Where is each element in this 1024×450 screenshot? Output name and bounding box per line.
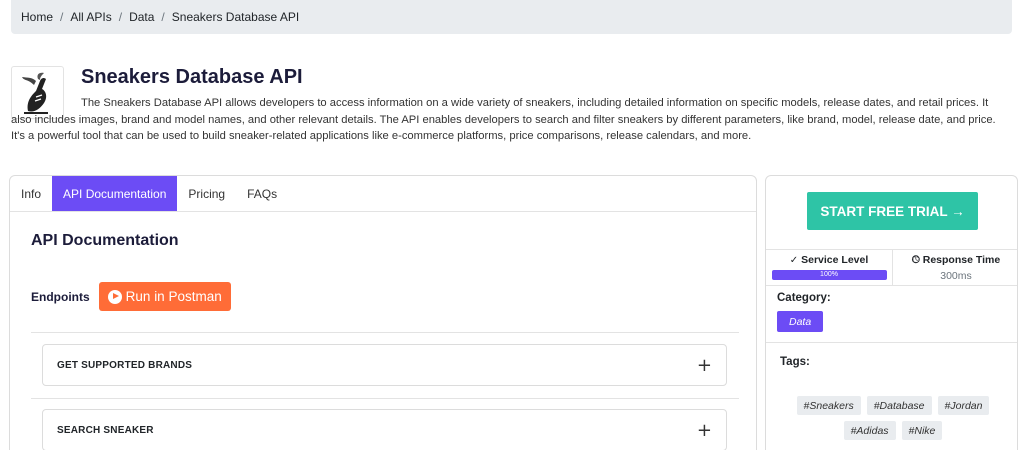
service-level-label: Service Level [801, 254, 869, 266]
breadcrumb-home[interactable]: Home [21, 10, 53, 24]
tab-bar: Info API Documentation Pricing FAQs [10, 176, 756, 212]
tab-info[interactable]: Info [10, 176, 52, 211]
tab-faqs[interactable]: FAQs [236, 176, 288, 211]
check-icon: ✓ [789, 254, 799, 266]
breadcrumb: Home / All APIs / Data / Sneakers Databa… [11, 0, 1012, 34]
endpoint-name: GET SUPPORTED BRANDS [57, 359, 193, 371]
documentation-card: Info API Documentation Pricing FAQs API … [9, 175, 757, 450]
breadcrumb-separator: / [60, 10, 64, 24]
tag-jordan[interactable]: #Jordan [937, 396, 990, 415]
tag-adidas[interactable]: #Adidas [843, 421, 896, 440]
play-icon [107, 289, 122, 304]
plus-icon[interactable]: + [697, 420, 712, 441]
tab-api-documentation[interactable]: API Documentation [52, 176, 178, 211]
tags-label: Tags: [780, 356, 810, 368]
divider [31, 398, 739, 399]
start-free-trial-button[interactable]: START FREE TRIAL → [807, 192, 978, 230]
api-description: The Sneakers Database API allows develop… [11, 97, 996, 142]
page-title: Sneakers Database API [81, 66, 303, 88]
category-badge[interactable]: Data [777, 311, 824, 332]
breadcrumb-separator: / [161, 10, 165, 24]
plus-icon[interactable]: + [697, 355, 712, 376]
breadcrumb-separator: / [118, 10, 123, 24]
endpoint-search-sneaker[interactable]: SEARCH SNEAKER + [42, 409, 727, 450]
breadcrumb-data[interactable]: Data [129, 10, 154, 24]
divider [31, 332, 739, 333]
response-time-heading: 🕓︎ Response Time [912, 254, 1000, 266]
service-level: ✓ Service Level 100% [766, 250, 892, 285]
response-time-label: Response Time [922, 254, 1001, 266]
breadcrumb-current: Sneakers Database API [171, 10, 300, 24]
endpoints-row: Endpoints Run in Postman [31, 282, 231, 311]
tag-list: #Sneakers #Database #Jordan #Adidas #Nik… [774, 396, 1012, 440]
documentation-title: API Documentation [31, 232, 179, 249]
endpoint-get-supported-brands[interactable]: GET SUPPORTED BRANDS + [42, 344, 727, 386]
response-time-value: 300ms [940, 270, 972, 282]
tag-sneakers[interactable]: #Sneakers [796, 396, 861, 415]
clock-icon: 🕓︎ [911, 254, 920, 266]
service-level-progress: 100% [771, 270, 887, 280]
tab-pricing[interactable]: Pricing [177, 176, 236, 211]
metrics-row: ✓ Service Level 100% 🕓︎ Response Time 30… [766, 249, 1017, 286]
tag-nike[interactable]: #Nike [901, 421, 943, 440]
service-level-value: 100% [820, 271, 838, 278]
divider [766, 342, 1017, 343]
endpoints-label: Endpoints [31, 289, 90, 304]
run-in-postman-button[interactable]: Run in Postman [98, 282, 231, 311]
response-time: 🕓︎ Response Time 300ms [892, 250, 1017, 285]
service-level-heading: ✓ Service Level [790, 254, 869, 266]
tag-database[interactable]: #Database [866, 396, 932, 415]
sidebar-card: START FREE TRIAL → ✓ Service Level 100% … [765, 175, 1018, 450]
run-in-postman-label: Run in Postman [125, 289, 222, 304]
endpoint-name: SEARCH SNEAKER [57, 424, 154, 436]
category-label: Category: [777, 292, 831, 304]
breadcrumb-all-apis[interactable]: All APIs [70, 10, 111, 24]
